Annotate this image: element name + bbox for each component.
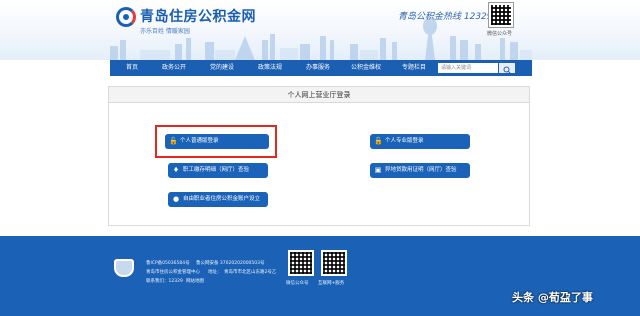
site-slogan: 亦乐百姓 情暖家园 [140, 28, 190, 35]
nav-item-party-building[interactable]: 党的建设 [200, 60, 244, 76]
nav-item-policies[interactable]: 政策法规 [248, 60, 292, 76]
qr2-caption: 互联网+服务 [318, 281, 345, 286]
search-button[interactable] [499, 63, 515, 74]
panel-title: 个人网上营业厅登录 [109, 87, 529, 103]
party-emblem-icon [114, 259, 134, 277]
qr-caption: 微信公众号 [487, 31, 513, 37]
deposit-query-button[interactable]: ♦ 职工缴存明细（网厅）查验 [168, 163, 268, 178]
loan-cert-query-button[interactable]: ▣ 异地贷款用证明（网厅）查验 [370, 163, 470, 178]
city-skyline-banner [110, 17, 532, 60]
organizer-text: 青岛市住房公积金管理中心 [146, 270, 200, 275]
tag-icon: ♦ [172, 166, 180, 174]
contact-us-link[interactable]: 联系我们：12329 [146, 278, 183, 284]
wechat-qr-code-icon [488, 2, 514, 28]
nav-item-home[interactable]: 首页 [116, 60, 148, 76]
nav-item-rights[interactable]: 公积金维权 [340, 60, 392, 76]
pro-login-button[interactable]: 🔓 个人专业版登录 [370, 134, 470, 149]
highlight-box [155, 125, 277, 158]
sitemap-link[interactable]: 网站地图 [186, 278, 204, 284]
nav-item-services[interactable]: 办事服务 [296, 60, 340, 76]
internet-service-qr-code-icon [321, 250, 347, 276]
loan-cert-query-label: 异地贷款用证明（网厅）查验 [385, 167, 457, 173]
hotline-text: 青岛公积金热线 12329 [398, 12, 493, 22]
site-header: 青岛住房公积金网 亦乐百姓 情暖家园 青岛公积金热线 12329 微信公众号 [0, 0, 640, 60]
user-icon: ● [172, 195, 180, 203]
wechat-qr-code-icon [288, 250, 314, 276]
address-text: 青岛市市北区山东路2号乙 [224, 270, 277, 275]
nav-item-topics[interactable]: 专题栏目 [392, 60, 436, 76]
qr1-caption: 微信公众号 [286, 281, 309, 286]
police-record[interactable]: 鲁公网安备 37020202000503号 [196, 260, 265, 266]
freelancer-account-button[interactable]: ● 自由职业者住房公积金账户设立 [168, 192, 268, 207]
deposit-query-label: 职工缴存明细（网厅）查验 [183, 167, 250, 173]
site-title: 青岛住房公积金网 [140, 9, 256, 25]
search-icon [503, 66, 511, 74]
document-icon: ▣ [374, 166, 382, 174]
nav-item-gov-affairs[interactable]: 政务公开 [152, 60, 196, 76]
lock-icon: 🔓 [374, 137, 383, 145]
icp-record[interactable]: 鲁ICP备05036584号 [146, 260, 190, 266]
freelancer-account-label: 自由职业者住房公积金账户设立 [183, 196, 261, 202]
pro-login-label: 个人专业版登录 [385, 138, 424, 144]
address-label: 地址： [208, 270, 222, 275]
watermark-text: 头条 @荀盁了事 [512, 291, 593, 304]
page: 青岛住房公积金网 亦乐百姓 情暖家园 青岛公积金热线 12329 微信公众号 首… [0, 0, 640, 316]
housing-fund-logo-icon [116, 7, 136, 27]
search-input[interactable] [438, 63, 498, 73]
